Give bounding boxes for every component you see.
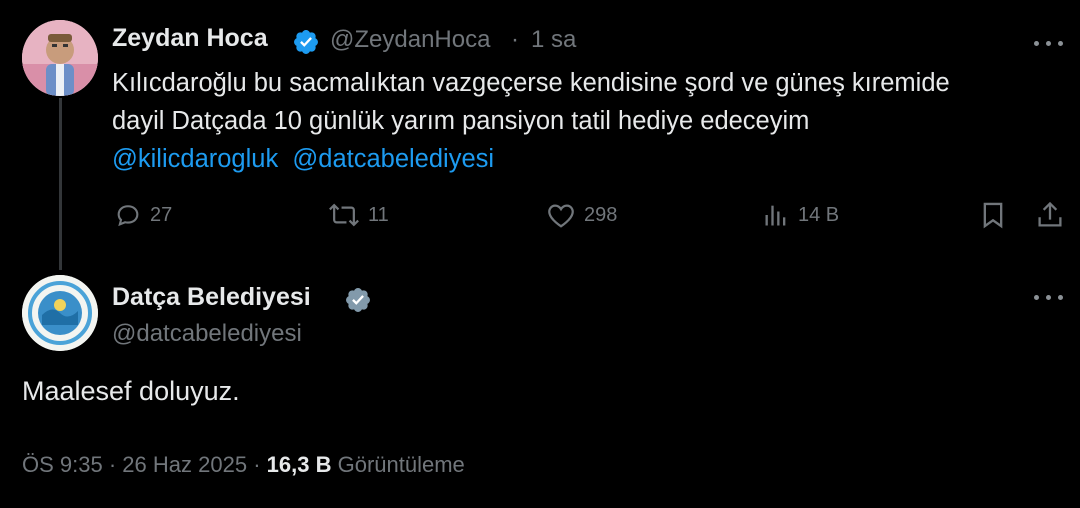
mention-datcabelediyesi[interactable]: @datcabelediyesi — [292, 145, 494, 173]
views-button[interactable]: 14 B — [762, 200, 839, 230]
reply-view-label: Görüntüleme — [337, 452, 465, 477]
like-count: 298 — [584, 203, 618, 226]
reply-meta: ÖS 9:35 · 26 Haz 2025 · 16,3 B Görüntüle… — [22, 452, 465, 478]
avatar[interactable] — [22, 20, 98, 96]
reply-icon — [117, 205, 139, 227]
retweet-icon — [329, 203, 359, 227]
like-icon — [548, 204, 574, 228]
views-icon — [765, 205, 786, 226]
share-icon[interactable] — [1036, 200, 1064, 230]
reply-count: 27 — [150, 203, 173, 226]
retweet-count: 11 — [368, 203, 389, 226]
more-icon[interactable] — [1034, 38, 1064, 48]
more-icon[interactable] — [1034, 292, 1064, 302]
reply-date[interactable]: 26 Haz 2025 — [122, 452, 247, 477]
time-separator: · — [511, 26, 519, 53]
tweet-text: Kılıcdaroğlu bu sacmalıktan vazgeçerse k… — [112, 64, 1062, 178]
avatar[interactable] — [22, 275, 98, 351]
meta-separator: · — [253, 452, 261, 477]
verified-badge-icon — [294, 30, 318, 54]
reply-time[interactable]: ÖS 9:35 — [22, 452, 103, 477]
verified-badge-icon — [346, 288, 370, 312]
reply-button[interactable]: 27 — [114, 200, 172, 230]
retweet-button[interactable]: 11 — [328, 200, 389, 230]
mention-kilicdarogluk[interactable]: @kilicdarogluk — [112, 145, 278, 173]
reply-text: Maalesef doluyuz. — [22, 376, 240, 406]
meta-separator: · — [108, 452, 117, 477]
reply-view-count: 16,3 B — [266, 452, 332, 477]
thread-connector — [59, 98, 62, 270]
like-button[interactable]: 298 — [546, 200, 617, 230]
views-count: 14 B — [798, 203, 840, 226]
author-name[interactable]: Zeydan Hoca — [112, 24, 268, 53]
bookmark-icon[interactable] — [980, 201, 1006, 229]
time-ago[interactable]: 1 sa — [531, 26, 576, 54]
author-handle[interactable]: @ZeydanHoca — [330, 26, 490, 54]
reply-author-handle[interactable]: @datcabelediyesi — [112, 320, 302, 348]
tweet-text-line-2: dayil Datçada 10 günlük yarım pansiyon t… — [112, 107, 810, 135]
reply-author-name[interactable]: Datça Belediyesi — [112, 283, 311, 312]
tweet-text-line-1: Kılıcdaroğlu bu sacmalıktan vazgeçerse k… — [112, 69, 950, 97]
